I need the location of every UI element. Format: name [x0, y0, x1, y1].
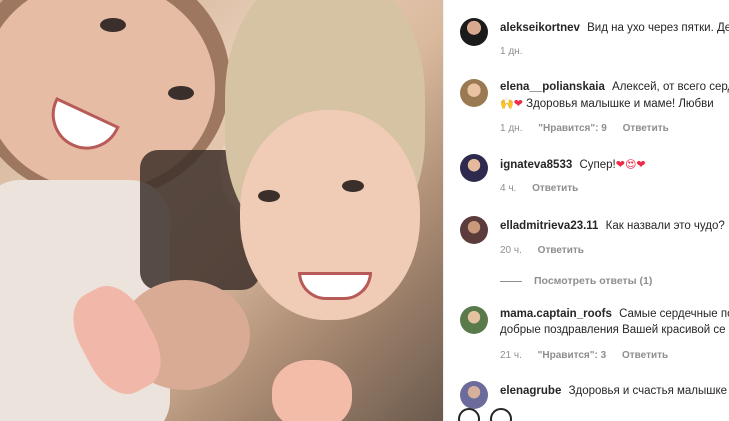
- comment-text: elena__polianskaia Алексей, от всего сер…: [500, 79, 729, 96]
- emoji-hearts-icon: ❤😍❤: [615, 158, 646, 171]
- comment-text: добрые поздравления Вашей красивой се: [500, 322, 726, 339]
- comment-meta: 20 ч. Ответить: [500, 245, 597, 256]
- comment-body: Как назвали это чудо?: [605, 220, 725, 232]
- likes-count[interactable]: "Нравится": 3: [538, 350, 607, 361]
- comment-text: elenagrube Здоровья и счастья малышке и: [500, 383, 729, 400]
- comment-meta: 4 ч. Ответить: [500, 183, 591, 194]
- avatar[interactable]: [460, 381, 488, 409]
- photo-shape: [100, 18, 126, 32]
- comment-body: Алексей, от всего сердц: [612, 81, 729, 93]
- comment-text: 🙌❤ Здоровья малышке и маме! Любви: [500, 95, 714, 113]
- username-link[interactable]: elladmitrieva23.11: [500, 220, 598, 232]
- caption-text: alekseikortnev Вид на ухо через пятки. Д…: [500, 20, 729, 37]
- timestamp[interactable]: 21 ч.: [500, 350, 522, 361]
- caption-body: Вид на ухо через пятки. Дев: [587, 22, 729, 34]
- divider: [500, 280, 522, 282]
- username-link[interactable]: elenagrube: [500, 385, 561, 397]
- comment-body: Здоровья малышке и маме! Любви: [526, 98, 714, 110]
- avatar[interactable]: [460, 18, 488, 46]
- timestamp[interactable]: 4 ч.: [500, 183, 516, 194]
- view-replies-label: Посмотреть ответы (1): [534, 275, 653, 287]
- username-link[interactable]: mama.captain_roofs: [500, 308, 612, 320]
- comment-text: elladmitrieva23.11 Как назвали это чудо?: [500, 218, 725, 235]
- photo-shape: [272, 360, 352, 421]
- username-link[interactable]: elena__polianskaia: [500, 81, 605, 93]
- photo-shape: [258, 190, 280, 202]
- username-link[interactable]: ignateva8533: [500, 159, 572, 171]
- comment-meta: 1 дн. "Нравится": 9 Ответить: [500, 123, 682, 134]
- comments-panel: alekseikortnev Вид на ухо через пятки. Д…: [443, 0, 729, 421]
- comment-body: добрые поздравления Вашей красивой се: [500, 324, 726, 336]
- comment-text: ignateva8533 Супер!❤😍❤: [500, 156, 646, 174]
- comment-body: Здоровья и счастья малышке и: [568, 385, 729, 397]
- heart-emoji-icon: ❤: [513, 97, 523, 110]
- caption-meta: 1 дн.: [500, 46, 535, 57]
- reply-button[interactable]: Ответить: [622, 350, 668, 361]
- comment-body: Самые сердечные поз: [619, 308, 729, 320]
- timestamp[interactable]: 20 ч.: [500, 245, 522, 256]
- heart-outline-icon[interactable]: [458, 408, 480, 421]
- timestamp[interactable]: 1 дн.: [500, 46, 522, 57]
- timestamp[interactable]: 1 дн.: [500, 123, 522, 134]
- post-actions: [458, 408, 512, 421]
- photo-shape: [168, 86, 194, 100]
- comment-meta: 21 ч. "Нравится": 3 Ответить: [500, 350, 681, 361]
- username-link[interactable]: alekseikortnev: [500, 22, 580, 34]
- avatar[interactable]: [460, 79, 488, 107]
- comment-bubble-icon[interactable]: [490, 408, 512, 421]
- photo-shape: [342, 180, 364, 192]
- avatar[interactable]: [460, 306, 488, 334]
- reply-button[interactable]: Ответить: [532, 183, 578, 194]
- raised-hands-icon: 🙌: [500, 97, 514, 110]
- comment-body: Супер!: [579, 159, 616, 171]
- comment-text: mama.captain_roofs Самые сердечные поз: [500, 306, 729, 323]
- avatar[interactable]: [460, 154, 488, 182]
- post-photo[interactable]: [0, 0, 443, 421]
- reply-button[interactable]: Ответить: [538, 245, 584, 256]
- reply-button[interactable]: Ответить: [623, 123, 669, 134]
- view-replies-button[interactable]: Посмотреть ответы (1): [500, 275, 652, 287]
- avatar[interactable]: [460, 216, 488, 244]
- likes-count[interactable]: "Нравится": 9: [538, 123, 607, 134]
